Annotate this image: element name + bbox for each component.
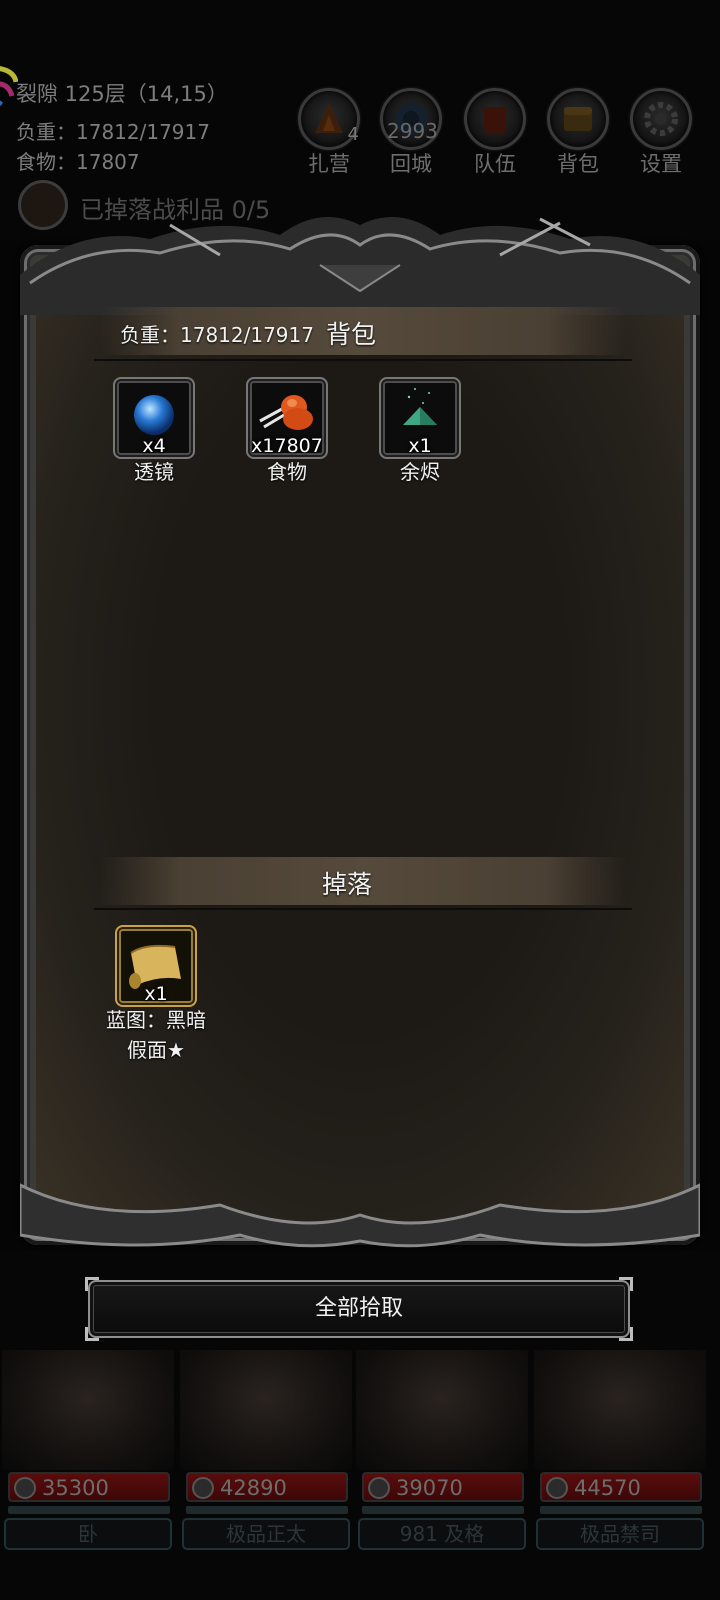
item-slot: x1 bbox=[379, 377, 461, 459]
ornate-frame-crest-icon bbox=[20, 217, 700, 315]
drops-title: 掉落 bbox=[322, 870, 373, 899]
bag-item-food[interactable]: x17807 食物 bbox=[245, 377, 329, 487]
item-slot: x4 bbox=[113, 377, 195, 459]
hero-portrait bbox=[534, 1350, 706, 1470]
item-slot: x1 bbox=[115, 925, 197, 1007]
sword-icon bbox=[368, 1477, 390, 1499]
item-name: 食物 bbox=[267, 460, 307, 484]
hero-name: 极品禁司 bbox=[536, 1518, 704, 1550]
pickup-all-label: 全部拾取 bbox=[314, 1296, 403, 1321]
corner-ornament-icon bbox=[619, 1277, 633, 1291]
item-quantity: x17807 bbox=[251, 435, 323, 457]
hero-name: 981 及格 bbox=[358, 1518, 526, 1550]
item-name: 透镜 bbox=[134, 460, 174, 484]
item-quantity: x4 bbox=[142, 435, 166, 457]
hp-bar: 35300 bbox=[8, 1472, 170, 1502]
corner-ornament-icon bbox=[85, 1277, 99, 1291]
sword-icon bbox=[192, 1477, 214, 1499]
mana-bar bbox=[540, 1506, 702, 1514]
mana-bar bbox=[8, 1506, 170, 1514]
corner-ornament-icon bbox=[85, 1327, 99, 1341]
section-divider bbox=[94, 908, 632, 910]
bag-section-header: 负重：17812/17917 背包 bbox=[100, 307, 626, 355]
bag-item-lens[interactable]: x4 透镜 bbox=[112, 377, 196, 487]
item-quantity: x1 bbox=[144, 983, 168, 1005]
item-quantity: x1 bbox=[408, 435, 432, 457]
inventory-panel: 负重：17812/17917 背包 x4 透镜 x17807 食物 x1 余烬 … bbox=[20, 205, 700, 1265]
hp-bar: 39070 bbox=[362, 1472, 524, 1502]
drop-item-blueprint[interactable]: x1 蓝图：黑暗 假面★ bbox=[106, 925, 206, 1062]
hp-value: 35300 bbox=[42, 1476, 109, 1500]
corner-ornament-icon bbox=[619, 1327, 633, 1341]
hero-portrait bbox=[180, 1350, 352, 1470]
bag-title: 背包 bbox=[326, 320, 377, 349]
item-slot: x17807 bbox=[246, 377, 328, 459]
hp-bar: 42890 bbox=[186, 1472, 348, 1502]
party-member[interactable]: 44570 极品禁司 bbox=[534, 1350, 706, 1550]
item-name: 蓝图：黑暗 bbox=[106, 1008, 206, 1032]
drops-section-header: 掉落 bbox=[100, 857, 626, 905]
hp-value: 39070 bbox=[396, 1476, 463, 1500]
mana-bar bbox=[362, 1506, 524, 1514]
ornate-frame-base-icon bbox=[20, 1183, 700, 1248]
section-divider bbox=[94, 359, 632, 361]
sword-icon bbox=[546, 1477, 568, 1499]
item-name: 余烬 bbox=[400, 460, 440, 484]
hero-portrait bbox=[356, 1350, 528, 1470]
mana-bar bbox=[186, 1506, 348, 1514]
party-member[interactable]: 35300 卧 bbox=[2, 1350, 174, 1550]
hero-name: 极品正太 bbox=[182, 1518, 350, 1550]
bag-item-ember[interactable]: x1 余烬 bbox=[378, 377, 462, 487]
hp-bar: 44570 bbox=[540, 1472, 702, 1502]
hero-name: 卧 bbox=[4, 1518, 172, 1550]
party-member[interactable]: 42890 极品正太 bbox=[180, 1350, 352, 1550]
hero-portrait bbox=[2, 1350, 174, 1470]
hp-value: 42890 bbox=[220, 1476, 287, 1500]
pickup-all-button[interactable]: 全部拾取 bbox=[85, 1277, 633, 1341]
item-name-line2: 假面★ bbox=[127, 1038, 185, 1062]
hp-value: 44570 bbox=[574, 1476, 641, 1500]
bag-weight-label: 负重：17812/17917 bbox=[120, 323, 314, 347]
party-member[interactable]: 39070 981 及格 bbox=[356, 1350, 528, 1550]
sword-icon bbox=[14, 1477, 36, 1499]
